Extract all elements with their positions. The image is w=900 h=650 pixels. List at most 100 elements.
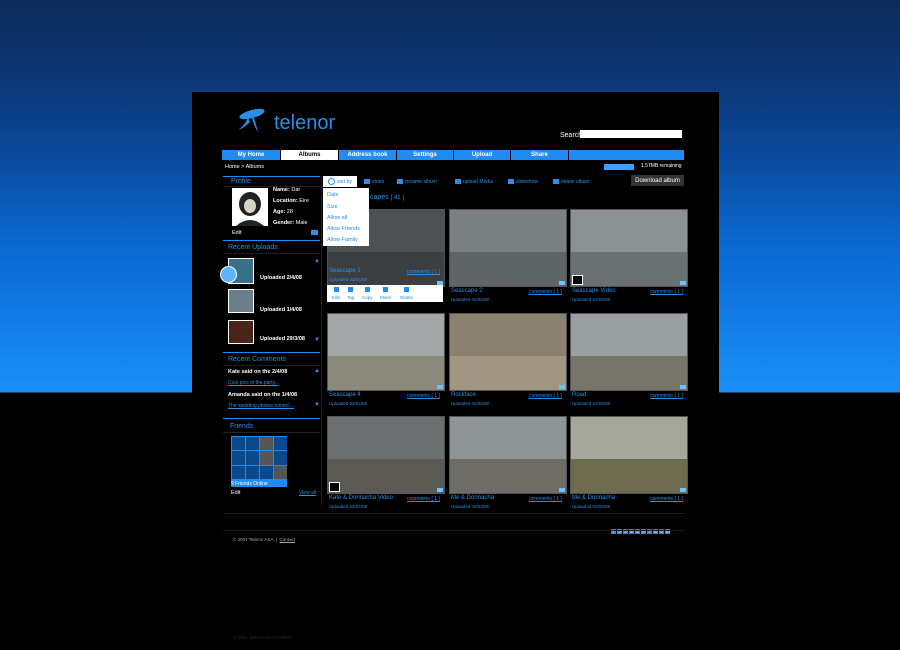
nav-albums[interactable]: Albums <box>281 150 338 160</box>
photo-thumbnail[interactable] <box>570 209 688 287</box>
photo-title[interactable]: Rockface <box>451 392 476 398</box>
friend-avatar[interactable] <box>232 451 245 465</box>
sort-option-size[interactable]: Size <box>327 204 338 210</box>
photo-title[interactable]: Seascape 4 <box>329 392 361 398</box>
delete-action[interactable]: Delete <box>400 295 413 300</box>
friends-grid[interactable] <box>231 436 287 480</box>
scroll-up-icon[interactable]: ▲ <box>314 368 320 374</box>
copy-icon[interactable] <box>365 287 370 292</box>
sort-option-allow-family[interactable]: Allow Family <box>327 237 358 243</box>
photo-date: Uploaded 02/04/08 <box>451 297 490 302</box>
contact-link[interactable]: Contact <box>279 537 295 542</box>
nav-share[interactable]: Share <box>511 150 568 160</box>
photo-thumbnail[interactable] <box>327 416 445 494</box>
friend-avatar[interactable] <box>232 437 245 451</box>
comment-flag-icon[interactable] <box>680 488 686 492</box>
photo-image <box>571 251 687 286</box>
sidebar-divider <box>223 418 320 419</box>
nav-address-book[interactable]: Address book <box>339 150 396 160</box>
scroll-down-icon[interactable]: ▼ <box>314 337 320 343</box>
search-input[interactable] <box>580 130 682 138</box>
edit-action[interactable]: Edit <box>332 295 340 300</box>
delete-album-button[interactable]: delete album <box>553 177 590 186</box>
delete-icon[interactable] <box>404 287 409 292</box>
comment-flag-icon[interactable] <box>437 385 443 389</box>
photo-comments-link[interactable]: comments [ 1 ] <box>529 393 562 399</box>
friend-avatar[interactable] <box>246 437 259 451</box>
upload-media-button[interactable]: upload Media <box>455 177 493 186</box>
friend-avatar[interactable] <box>232 465 245 479</box>
photo-title[interactable]: Kate & Donnacha Video <box>329 495 393 501</box>
upload-thumb[interactable] <box>228 320 254 344</box>
friends-edit-link[interactable]: Edit <box>231 490 240 496</box>
sort-by-button[interactable]: sort by <box>323 176 357 187</box>
comment-flag-icon[interactable] <box>680 281 686 285</box>
photo-title[interactable]: Me & Donnacha <box>451 495 494 501</box>
sort-option-allow-friends[interactable]: Allow Friends <box>327 226 360 232</box>
friends-view-all-link[interactable]: View all <box>299 490 316 496</box>
photo-comments-link[interactable]: comments [ 1 ] <box>650 496 683 502</box>
nav-settings[interactable]: Settings <box>397 150 453 160</box>
copy-action[interactable]: Copy <box>362 295 373 300</box>
tag-icon[interactable] <box>348 287 353 292</box>
upload-thumb[interactable] <box>228 289 254 313</box>
comment-link[interactable]: Cool pics of the party... <box>228 380 279 386</box>
photo-title[interactable]: Road <box>572 392 586 398</box>
photo-image <box>571 210 687 252</box>
comment-link[interactable]: The wedding photos turned ... <box>228 403 294 409</box>
photo-comments-link[interactable]: comments [ 1 ] <box>407 269 440 275</box>
friend-avatar[interactable] <box>260 437 273 451</box>
tag-action[interactable]: Tag <box>347 295 354 300</box>
photo-comments-link[interactable]: comments [ 1 ] <box>650 393 683 399</box>
comment-flag-icon[interactable] <box>559 385 565 389</box>
move-action[interactable]: Move <box>380 295 391 300</box>
friend-avatar[interactable] <box>274 451 287 465</box>
rename-album-button[interactable]: rename album <box>397 177 437 186</box>
friend-avatar[interactable] <box>246 465 259 479</box>
friend-avatar[interactable] <box>274 465 287 479</box>
photo-thumbnail[interactable] <box>570 313 688 391</box>
download-album-button[interactable]: Download album <box>631 175 684 186</box>
comment-flag-icon[interactable] <box>680 385 686 389</box>
friend-avatar[interactable] <box>246 451 259 465</box>
nav-upload[interactable]: Upload <box>454 150 510 160</box>
comment-flag-icon[interactable] <box>437 488 443 492</box>
photo-comments-link[interactable]: comments [ 1 ] <box>407 496 440 502</box>
photo-thumbnail[interactable] <box>570 416 688 494</box>
photo-date: Uploaded 02/04/08 <box>572 297 611 302</box>
photo-image <box>328 355 444 390</box>
photo-comments-link[interactable]: comments [ 1 ] <box>407 393 440 399</box>
photo-thumbnail[interactable] <box>449 313 567 391</box>
share-button[interactable]: share <box>364 177 385 186</box>
photo-thumbnail[interactable] <box>449 416 567 494</box>
edit-icon[interactable] <box>334 287 339 292</box>
storage-text: 1.57MB remaining <box>641 163 682 169</box>
nav-my-home[interactable]: My Home <box>222 150 280 160</box>
scroll-down-icon[interactable]: ▼ <box>314 402 320 408</box>
share-icon <box>364 179 370 184</box>
photo-title[interactable]: Seascape 2 <box>451 288 483 294</box>
photo-title[interactable]: Me & Donnacha <box>572 495 615 501</box>
photo-title[interactable]: Seascape 1 <box>329 268 361 274</box>
slideshow-button[interactable]: slideshow <box>508 177 538 186</box>
sort-option-allow-all[interactable]: Allow all <box>327 215 347 221</box>
photo-title[interactable]: Seascape Video <box>572 288 616 294</box>
photo-thumbnail[interactable] <box>327 313 445 391</box>
profile-avatar[interactable] <box>232 188 268 226</box>
photo-comments-link[interactable]: comments [ 1 ] <box>650 289 683 295</box>
photo-thumbnail[interactable] <box>449 209 567 287</box>
mail-icon[interactable] <box>311 230 318 235</box>
photo-comments-link[interactable]: comments [ 1 ] <box>529 289 562 295</box>
profile-edit-link[interactable]: Edit <box>232 230 241 236</box>
comment-flag-icon[interactable] <box>559 281 565 285</box>
video-icon <box>572 275 583 285</box>
move-icon[interactable] <box>383 287 388 292</box>
comment-flag-icon[interactable] <box>559 488 565 492</box>
friend-avatar[interactable] <box>274 437 287 451</box>
sort-option-date[interactable]: Date <box>327 192 339 198</box>
scroll-up-icon[interactable]: ▲ <box>314 258 320 264</box>
friend-avatar[interactable] <box>260 465 273 479</box>
storage-bar <box>604 164 634 170</box>
photo-comments-link[interactable]: comments [ 1 ] <box>529 496 562 502</box>
friend-avatar[interactable] <box>260 451 273 465</box>
